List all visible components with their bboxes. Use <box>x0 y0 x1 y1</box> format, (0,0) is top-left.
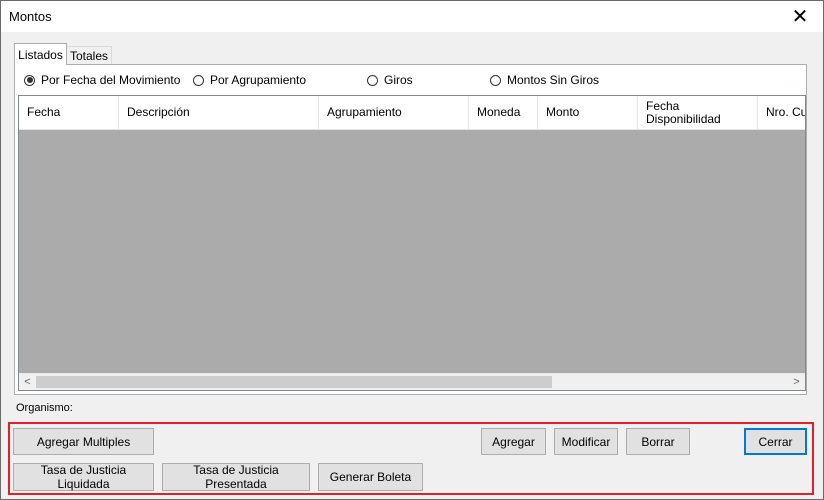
organismo-label: Organismo: <box>16 402 73 414</box>
radio-giros[interactable]: Giros <box>367 72 413 88</box>
column-header-monto[interactable]: Monto <box>538 96 638 129</box>
title-bar: Montos ✕ <box>1 1 823 32</box>
modificar-button[interactable]: Modificar <box>554 428 618 455</box>
window-title: Montos <box>9 9 52 24</box>
radio-checked-icon <box>24 74 35 86</box>
cerrar-button[interactable]: Cerrar <box>744 428 807 455</box>
column-header-descripcion[interactable]: Descripción <box>119 96 319 129</box>
scroll-left-icon[interactable]: < <box>19 374 36 390</box>
horizontal-scrollbar[interactable]: < > <box>19 373 805 390</box>
column-header-agrupamiento[interactable]: Agrupamiento <box>319 96 469 129</box>
column-header-fecha-disponibilidad[interactable]: Fecha Disponibilidad <box>638 96 758 129</box>
radio-label: Por Fecha del Movimiento <box>41 73 181 87</box>
generar-boleta-button[interactable]: Generar Boleta <box>318 463 423 491</box>
column-header-nro-cuenta[interactable]: Nro. Cue <box>758 96 805 129</box>
radio-label: Por Agrupamiento <box>210 73 307 87</box>
radio-label: Montos Sin Giros <box>507 73 600 87</box>
borrar-button[interactable]: Borrar <box>626 428 690 455</box>
scroll-thumb[interactable] <box>36 376 552 388</box>
radio-por-agrupamiento[interactable]: Por Agrupamiento <box>193 72 306 88</box>
scroll-right-icon[interactable]: > <box>788 374 805 390</box>
agregar-button[interactable]: Agregar <box>481 428 546 455</box>
tasa-justicia-liquidada-button[interactable]: Tasa de Justicia Liquidada <box>13 463 154 491</box>
montos-grid[interactable]: Fecha Descripción Agrupamiento Moneda Mo… <box>18 95 806 391</box>
radio-por-fecha-movimiento[interactable]: Por Fecha del Movimiento <box>24 72 180 88</box>
grid-header: Fecha Descripción Agrupamiento Moneda Mo… <box>19 96 805 130</box>
radio-montos-sin-giros[interactable]: Montos Sin Giros <box>490 72 599 88</box>
radio-label: Giros <box>384 73 413 87</box>
radio-unchecked-icon <box>367 74 378 86</box>
radio-unchecked-icon <box>193 74 204 86</box>
tab-totales[interactable]: Totales <box>67 46 112 65</box>
column-header-moneda[interactable]: Moneda <box>469 96 538 129</box>
agregar-multiples-button[interactable]: Agregar Multiples <box>13 428 154 455</box>
close-icon[interactable]: ✕ <box>777 1 823 32</box>
radio-unchecked-icon <box>490 74 501 86</box>
column-header-fecha[interactable]: Fecha <box>19 96 119 129</box>
tasa-justicia-presentada-button[interactable]: Tasa de Justicia Presentada <box>162 463 310 491</box>
tab-listados[interactable]: Listados <box>14 43 67 65</box>
